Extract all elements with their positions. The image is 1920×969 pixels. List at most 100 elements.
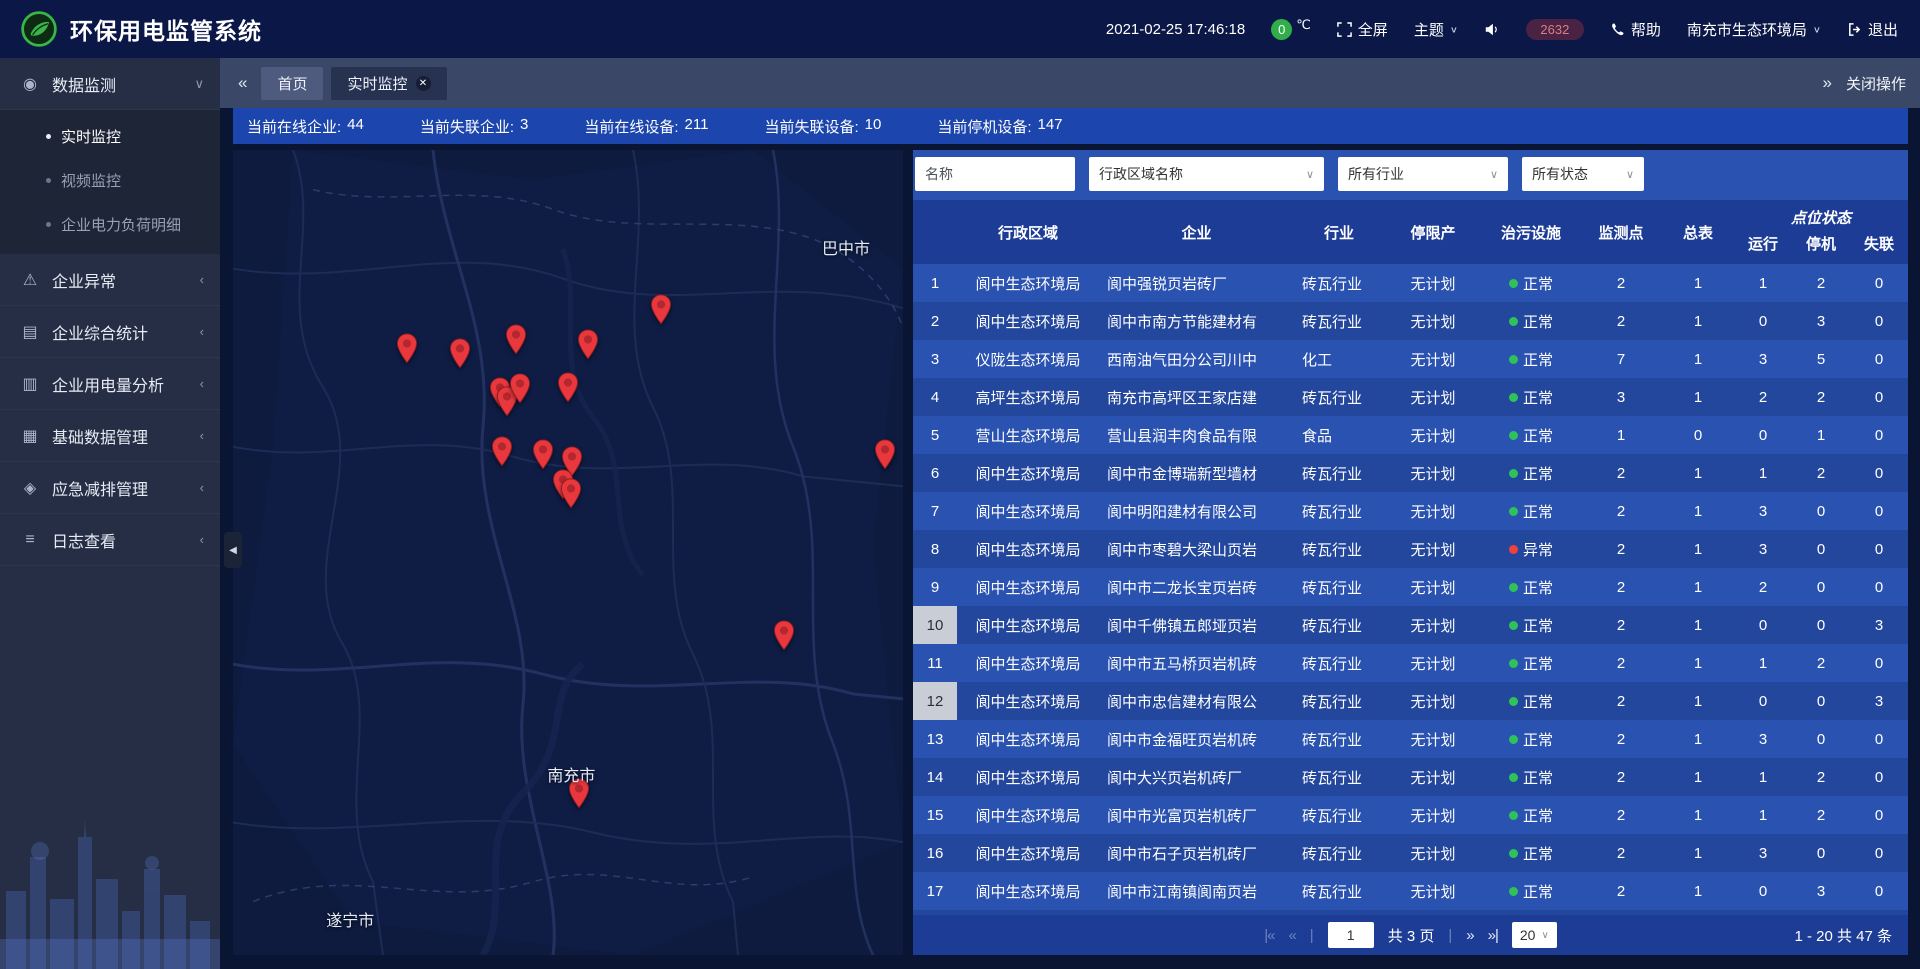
last-page-icon[interactable]: »| [1488, 927, 1498, 944]
map-pin-icon[interactable] [449, 338, 471, 369]
map-pin-icon[interactable] [509, 373, 531, 404]
fullscreen-button[interactable]: 全屏 [1337, 19, 1388, 40]
map-canvas[interactable]: ◀ [233, 150, 903, 955]
stat-value: 211 [685, 116, 709, 137]
map-pin-icon[interactable] [773, 620, 795, 651]
sidebar-item-4[interactable]: ▦ 基础数据管理 ‹ [0, 410, 220, 462]
cell-industry: 砖瓦行业 [1294, 720, 1384, 758]
table-row[interactable]: 5 营山生态环境局 营山县润丰肉食品有限 食品 无计划 正常 1 0 0 1 0 [913, 416, 1908, 454]
table-row[interactable]: 15 阆中生态环境局 阆中市光富页岩机砖厂 砖瓦行业 无计划 正常 2 1 1 … [913, 796, 1908, 834]
map-pin-icon[interactable] [650, 294, 672, 325]
map-pin-icon[interactable] [874, 439, 896, 470]
status-dot-icon [1509, 393, 1518, 402]
map-pin-icon[interactable] [557, 372, 579, 403]
cell-production-limit: 无计划 [1384, 682, 1482, 720]
page-size-select[interactable]: 20∨ [1512, 922, 1557, 948]
cell-total-meter: 1 [1662, 492, 1734, 530]
cell-offline: 3 [1850, 606, 1908, 644]
logout-button[interactable]: 退出 [1847, 19, 1898, 40]
table-row[interactable]: 17 阆中生态环境局 阆中市江南镇阆南页岩 砖瓦行业 无计划 正常 2 1 0 … [913, 872, 1908, 910]
notification-badge[interactable]: 2632 [1526, 19, 1584, 40]
table-row[interactable]: 11 阆中生态环境局 阆中市五马桥页岩机砖 砖瓦行业 无计划 正常 2 1 1 … [913, 644, 1908, 682]
cell-monitor-points: 2 [1580, 644, 1662, 682]
cell-total-meter: 1 [1662, 872, 1734, 910]
sidebar-item-3[interactable]: ▥ 企业用电量分析 ‹ [0, 358, 220, 410]
row-index: 13 [913, 720, 957, 758]
top-header: 环保用电监管系统 2021-02-25 17:46:18 0 ℃ 全屏 主题∨ … [0, 0, 1920, 58]
cell-pollution-control: 正常 [1482, 644, 1580, 682]
region-select[interactable]: 行政区域名称∨ [1089, 157, 1324, 191]
cell-running: 1 [1734, 644, 1792, 682]
cell-total-meter: 1 [1662, 720, 1734, 758]
table-row[interactable]: 1 阆中生态环境局 阆中强锐页岩砖厂 砖瓦行业 无计划 正常 2 1 1 2 0 [913, 264, 1908, 302]
announcement-button[interactable] [1484, 22, 1500, 37]
cell-industry: 砖瓦行业 [1294, 872, 1384, 910]
sidebar-subitem[interactable]: 企业电力负荷明细 [0, 202, 220, 246]
map-pin-icon[interactable] [532, 439, 554, 470]
cell-total-meter: 1 [1662, 378, 1734, 416]
table-row[interactable]: 14 阆中生态环境局 阆中大兴页岩机砖厂 砖瓦行业 无计划 正常 2 1 1 2… [913, 758, 1908, 796]
tab-close-icon[interactable]: ✕ [416, 76, 431, 91]
cell-running: 3 [1734, 492, 1792, 530]
chevron-left-icon: ‹ [200, 324, 204, 339]
table-row[interactable]: 16 阆中生态环境局 阆中市石子页岩机砖厂 砖瓦行业 无计划 正常 2 1 3 … [913, 834, 1908, 872]
table-row[interactable]: 12 阆中生态环境局 阆中市忠信建材有限公 砖瓦行业 无计划 正常 2 1 0 … [913, 682, 1908, 720]
cell-industry: 砖瓦行业 [1294, 264, 1384, 302]
map-pin-icon[interactable] [491, 436, 513, 467]
chevron-left-icon: ‹ [200, 480, 204, 495]
cell-offline: 0 [1850, 834, 1908, 872]
sidebar-item-0[interactable]: ◉ 数据监测 ∨ [0, 58, 220, 110]
table-row[interactable]: 10 阆中生态环境局 阆中千佛镇五郎垭页岩 砖瓦行业 无计划 正常 2 1 0 … [913, 606, 1908, 644]
sidebar-item-6[interactable]: ≡ 日志查看 ‹ [0, 514, 220, 566]
map-pin-icon[interactable] [505, 324, 527, 355]
chevron-left-icon: ‹ [200, 532, 204, 547]
table-row[interactable]: 3 仪陇生态环境局 西南油气田分公司川中 化工 无计划 正常 7 1 3 5 0 [913, 340, 1908, 378]
cell-industry: 砖瓦行业 [1294, 834, 1384, 872]
status-dot-icon [1509, 431, 1518, 440]
table-row[interactable]: 2 阆中生态环境局 阆中市南方节能建材有 砖瓦行业 无计划 正常 2 1 0 3… [913, 302, 1908, 340]
sidebar-item-2[interactable]: ▤ 企业综合统计 ‹ [0, 306, 220, 358]
close-operations-button[interactable]: 关闭操作 [1846, 73, 1906, 94]
theme-dropdown[interactable]: 主题∨ [1414, 19, 1458, 40]
cell-industry: 砖瓦行业 [1294, 568, 1384, 606]
stats-bar: 当前在线企业: 44 当前失联企业: 3 当前在线设备: 211 当前失联设备:… [233, 108, 1908, 144]
cell-company: 阆中强锐页岩砖厂 [1099, 264, 1294, 302]
cell-monitor-points: 2 [1580, 682, 1662, 720]
sidebar-subitem-label: 视频监控 [61, 170, 121, 191]
stat-label: 当前停机设备: [937, 116, 1031, 137]
cell-running: 3 [1734, 720, 1792, 758]
name-search-input[interactable] [915, 157, 1075, 191]
sidebar-item-5[interactable]: ◈ 应急减排管理 ‹ [0, 462, 220, 514]
cell-region: 阆中生态环境局 [957, 492, 1099, 530]
table-row[interactable]: 6 阆中生态环境局 阆中市金博瑞新型墙材 砖瓦行业 无计划 正常 2 1 1 2… [913, 454, 1908, 492]
col-monitor-points: 监测点 [1580, 200, 1662, 264]
status-select[interactable]: 所有状态∨ [1522, 157, 1644, 191]
sidebar-subitem[interactable]: 实时监控 [0, 114, 220, 158]
table-row[interactable]: 13 阆中生态环境局 阆中市金福旺页岩机砖 砖瓦行业 无计划 正常 2 1 3 … [913, 720, 1908, 758]
map-pin-icon[interactable] [577, 329, 599, 360]
map-pin-icon[interactable] [396, 333, 418, 364]
organization-dropdown[interactable]: 南充市生态环境局∨ [1687, 19, 1821, 40]
tab-首页[interactable]: 首页 [261, 67, 323, 100]
map-pin-icon[interactable] [560, 478, 582, 509]
next-page-icon[interactable]: » [1466, 927, 1473, 944]
page-number-input[interactable] [1328, 922, 1374, 948]
cell-region: 阆中生态环境局 [957, 530, 1099, 568]
tab-实时监控[interactable]: 实时监控 ✕ [331, 67, 446, 100]
first-page-icon[interactable]: |« [1264, 927, 1274, 944]
header-actions: 2021-02-25 17:46:18 0 ℃ 全屏 主题∨ 2632 帮助 南… [1106, 19, 1898, 40]
tabs-scroll-right-icon[interactable]: » [1819, 73, 1836, 93]
sidebar-subitem[interactable]: 视频监控 [0, 158, 220, 202]
table-row[interactable]: 7 阆中生态环境局 阆中明阳建材有限公司 砖瓦行业 无计划 正常 2 1 3 0… [913, 492, 1908, 530]
tabs-scroll-left-icon[interactable]: « [234, 73, 251, 93]
industry-select[interactable]: 所有行业∨ [1338, 157, 1508, 191]
prev-page-icon[interactable]: « [1288, 927, 1295, 944]
help-button[interactable]: 帮助 [1610, 19, 1661, 40]
sidebar-item-1[interactable]: ⚠ 企业异常 ‹ [0, 254, 220, 306]
sidebar-item-label: 企业异常 [52, 268, 188, 292]
cell-stopped: 2 [1792, 378, 1850, 416]
table-row[interactable]: 9 阆中生态环境局 阆中市二龙长宝页岩砖 砖瓦行业 无计划 正常 2 1 2 0… [913, 568, 1908, 606]
table-row[interactable]: 4 高坪生态环境局 南充市高坪区王家店建 砖瓦行业 无计划 正常 3 1 2 2… [913, 378, 1908, 416]
map-collapse-button[interactable]: ◀ [224, 532, 242, 568]
table-row[interactable]: 8 阆中生态环境局 阆中市枣碧大梁山页岩 砖瓦行业 无计划 异常 2 1 3 0… [913, 530, 1908, 568]
